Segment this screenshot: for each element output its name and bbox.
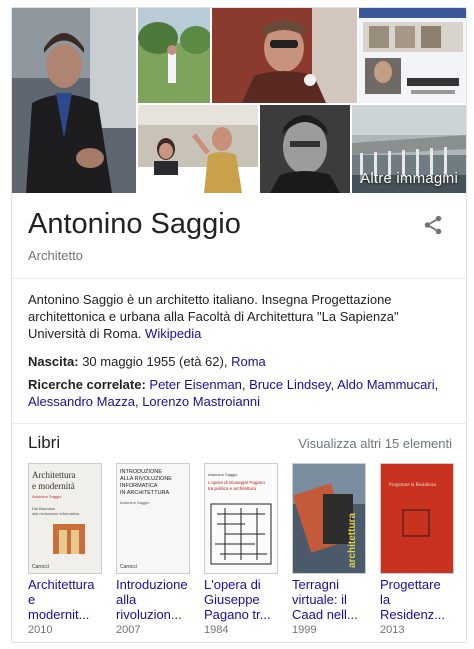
svg-text:Antonino Saggio: Antonino Saggio	[120, 500, 150, 505]
book-cover[interactable]: Architettura e modernità Antonino Saggio…	[28, 463, 102, 574]
book-title-line: Terragni	[292, 577, 339, 592]
entity-subtitle: Architetto	[28, 248, 83, 263]
book-cover[interactable]: Antonino Saggio L'opera di Giuseppe Paga…	[204, 463, 278, 574]
svg-text:Progettare la Residenza: Progettare la Residenza	[389, 483, 437, 488]
fact-birth: Nascita: 30 maggio 1955 (età 62), Roma	[28, 353, 453, 370]
book-title[interactable]: Introduzione alla rivoluzion...	[116, 577, 192, 622]
svg-text:architettura: architettura	[347, 513, 358, 568]
book-title-line: modernit...	[28, 607, 90, 622]
svg-text:Carocci: Carocci	[32, 564, 49, 570]
svg-text:Antonino Saggio: Antonino Saggio	[208, 472, 238, 477]
book-year: 2007	[116, 624, 141, 636]
birth-value: 30 maggio 1955 (età 62),	[78, 354, 232, 369]
book-title-line: la	[380, 592, 391, 607]
photo-park[interactable]	[138, 8, 210, 103]
share-icon[interactable]	[422, 214, 444, 236]
book-cover[interactable]: INTRODUZIONE ALLA RIVOLUZIONE INFORMATIC…	[116, 463, 190, 574]
svg-text:L'opera di Giuseppe Pagano: L'opera di Giuseppe Pagano	[208, 480, 265, 485]
related-link-mastroianni[interactable]: Lorenzo Mastroianni	[142, 394, 260, 409]
book-title-line: Progettare	[380, 577, 441, 592]
divider	[12, 278, 466, 279]
book-title[interactable]: L'opera di Giuseppe Pagano tr...	[204, 577, 280, 622]
book-card[interactable]: Architettura e modernità Antonino Saggio…	[28, 463, 104, 636]
description-text: Antonino Saggio è un architetto italiano…	[28, 292, 399, 341]
book-title-line: rivoluzion...	[116, 607, 182, 622]
book-year: 1999	[292, 624, 317, 636]
photo-portrait-hat[interactable]	[212, 8, 357, 103]
book-card[interactable]: Antonino Saggio L'opera di Giuseppe Paga…	[204, 463, 280, 636]
related-label: Ricerche correlate:	[28, 377, 146, 392]
svg-text:alla rivoluzione informatica: alla rivoluzione informatica	[32, 511, 80, 516]
book-card[interactable]: architettura Terragni virtuale: il Caad …	[292, 463, 368, 636]
knowledge-panel: Altre immagini Antonino Saggio Architett…	[11, 7, 467, 643]
book-title[interactable]: Architettura e modernit...	[28, 577, 104, 622]
photo-architecture[interactable]: Altre immagini	[352, 105, 466, 193]
book-title-line: Residenz...	[380, 607, 446, 622]
description: Antonino Saggio è un architetto italiano…	[28, 291, 448, 342]
book-title[interactable]: Terragni virtuale: il Caad nell...	[292, 577, 368, 622]
wikipedia-link[interactable]: Wikipedia	[145, 326, 201, 341]
book-title-line: Pagano tr...	[204, 607, 271, 622]
related-link-eisenman[interactable]: Peter Eisenman	[149, 377, 242, 392]
photo-collage[interactable]: Altre immagini	[12, 8, 466, 193]
book-title-line: Introduzione	[116, 577, 188, 592]
svg-text:tra politica e architettura: tra politica e architettura	[208, 486, 257, 491]
book-title-line: Architettura	[28, 577, 95, 592]
svg-text:IN ARCHITETTURA: IN ARCHITETTURA	[120, 490, 170, 496]
book-year: 1984	[204, 624, 229, 636]
book-cover[interactable]: architettura	[292, 463, 366, 574]
divider	[12, 423, 466, 424]
birth-label: Nascita:	[28, 354, 79, 369]
photo-conference[interactable]	[138, 105, 258, 193]
more-books-link[interactable]: Visualizza altri 15 elementi	[298, 436, 452, 451]
book-title-line: alla	[116, 592, 137, 607]
book-title-line: virtuale: il	[292, 592, 347, 607]
related-link-lindsey[interactable]: Bruce Lindsey	[249, 377, 330, 392]
photo-website[interactable]	[359, 8, 466, 103]
svg-text:ALLA RIVOLUZIONE: ALLA RIVOLUZIONE	[120, 476, 172, 482]
entity-title: Antonino Saggio	[28, 208, 241, 240]
book-title-line: e	[28, 592, 36, 607]
svg-text:INTRODUZIONE: INTRODUZIONE	[120, 469, 162, 475]
book-year: 2013	[380, 624, 405, 636]
book-cover[interactable]: Progettare la Residenza	[380, 463, 454, 574]
svg-text:Carocci: Carocci	[120, 564, 137, 570]
book-card[interactable]: INTRODUZIONE ALLA RIVOLUZIONE INFORMATIC…	[116, 463, 192, 636]
book-title[interactable]: Progettare la Residenz...	[380, 577, 456, 622]
photo-bw-portrait[interactable]	[260, 105, 350, 193]
book-title-line: Giuseppe	[204, 592, 260, 607]
book-year: 2010	[28, 624, 53, 636]
book-card[interactable]: Progettare la Residenza Progettare la Re…	[380, 463, 456, 636]
svg-text:Antonino Saggio: Antonino Saggio	[32, 494, 62, 499]
book-title-line: Caad nell...	[292, 607, 358, 622]
svg-text:e modernità: e modernità	[32, 481, 75, 491]
book-title-line: L'opera di	[204, 577, 261, 592]
fact-related: Ricerche correlate: Peter Eisenman, Bruc…	[28, 377, 439, 409]
related-link-mammucari[interactable]: Aldo Mammucari	[337, 377, 435, 392]
more-images-label[interactable]: Altre immagini	[360, 170, 458, 187]
books-heading: Libri	[28, 433, 61, 452]
related-link-mazza[interactable]: Alessandro Mazza	[28, 394, 135, 409]
svg-text:Architettura: Architettura	[32, 470, 75, 480]
birth-place-link[interactable]: Roma	[231, 354, 266, 369]
svg-text:INFORMATICA: INFORMATICA	[120, 483, 158, 489]
photo-main-portrait[interactable]	[12, 8, 136, 193]
